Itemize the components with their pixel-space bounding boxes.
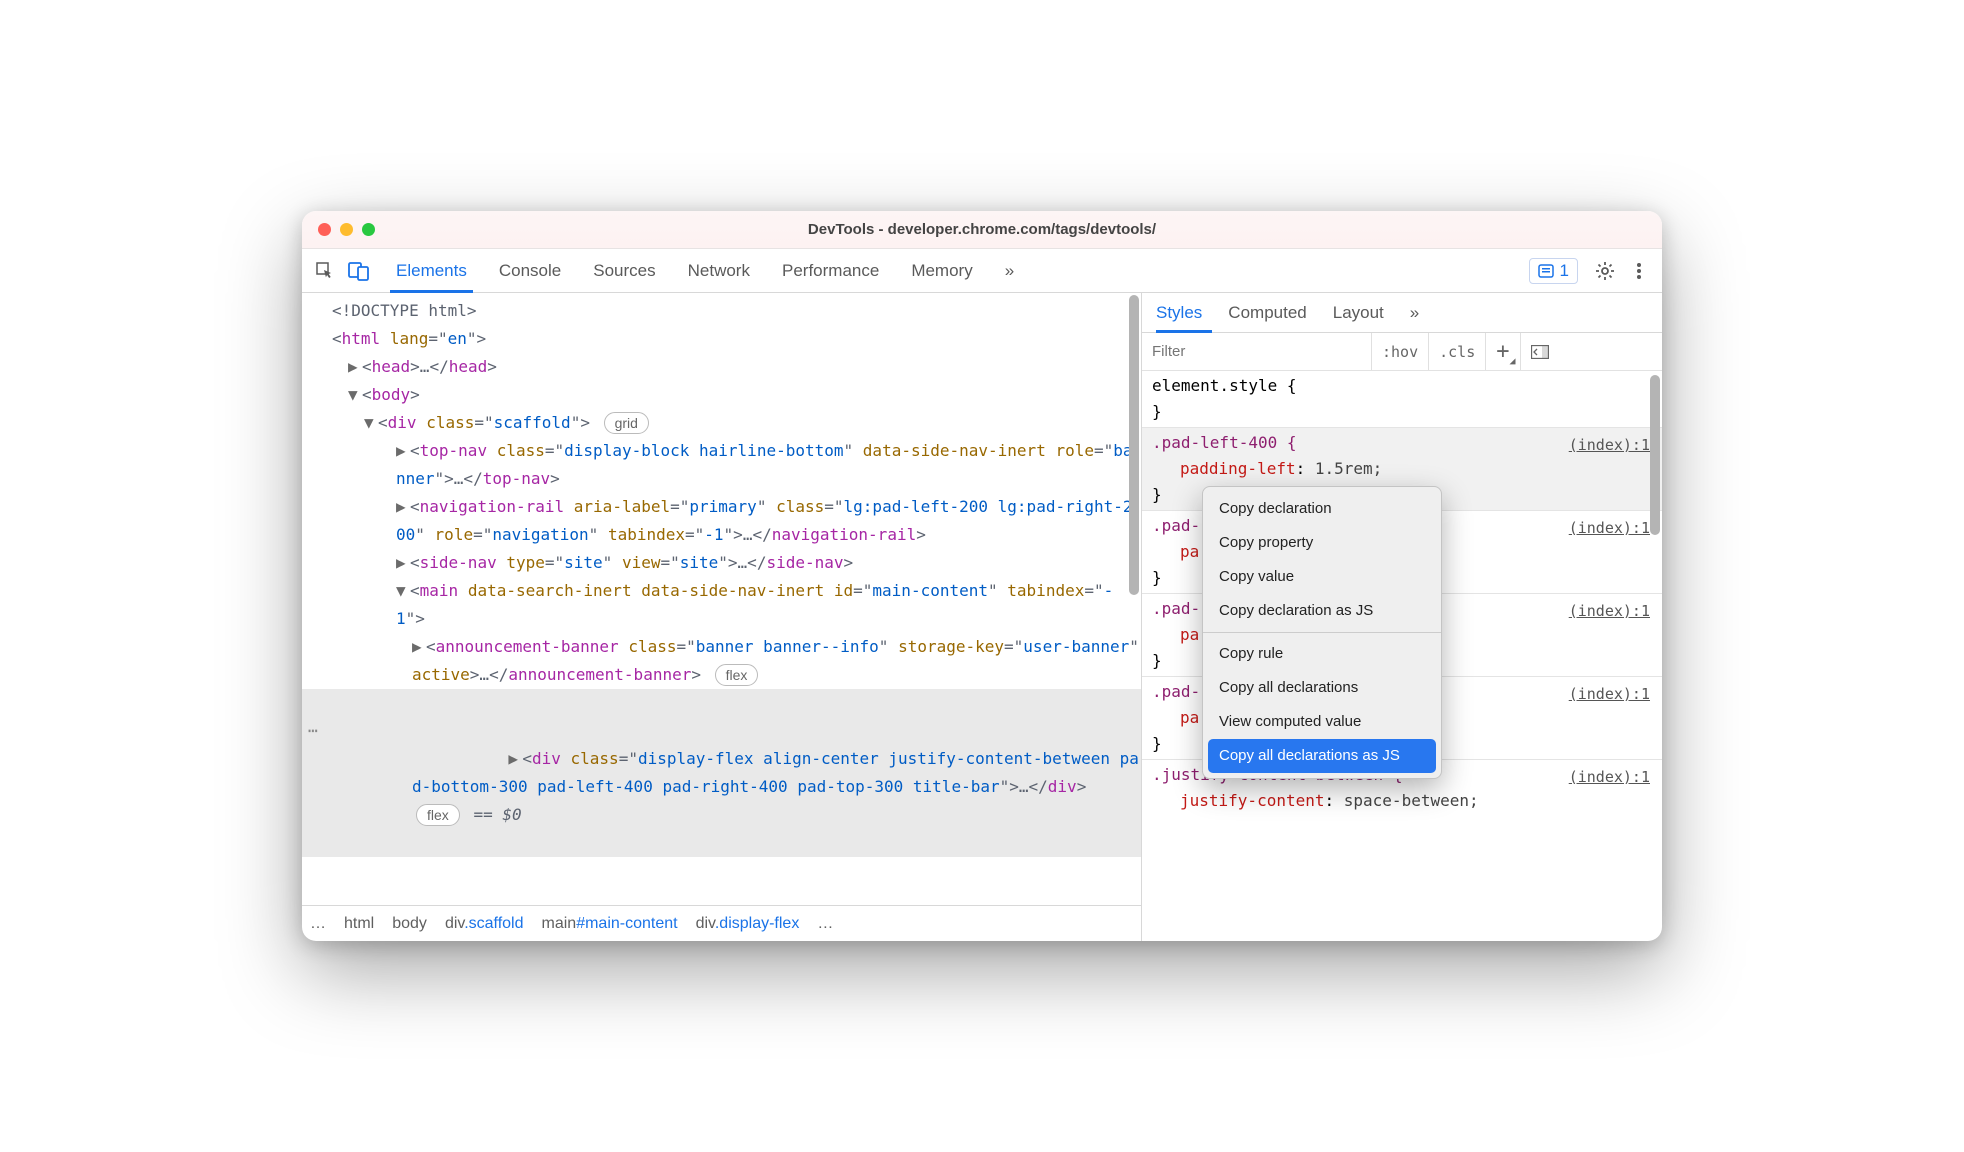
ctx-copy-declaration[interactable]: Copy declaration (1203, 492, 1441, 526)
ctx-copy-all-declarations[interactable]: Copy all declarations (1203, 671, 1441, 705)
ctx-view-computed[interactable]: View computed value (1203, 705, 1441, 739)
rtab-more[interactable]: » (1410, 303, 1419, 323)
styles-filter-input[interactable] (1142, 333, 1372, 370)
crumb-body[interactable]: body (392, 915, 427, 933)
crumb-overflow-left[interactable]: … (310, 915, 326, 933)
ctx-separator (1203, 632, 1441, 633)
selected-node-indicator: == $0 (473, 805, 521, 824)
ctx-copy-value[interactable]: Copy value (1203, 560, 1441, 594)
crumb-div[interactable]: div.display-flex (696, 915, 800, 933)
styles-panel: Styles Computed Layout » :hov .cls +◢ el… (1142, 293, 1662, 941)
settings-icon[interactable] (1590, 256, 1620, 286)
crumb-main[interactable]: main#main-content (542, 915, 678, 933)
crumb-overflow-right[interactable]: … (817, 915, 833, 933)
doctype: <!DOCTYPE html> (332, 301, 477, 320)
dom-scrollbar[interactable] (1129, 295, 1139, 881)
issues-button[interactable]: 1 (1529, 258, 1578, 284)
styles-rules[interactable]: element.style { } (index):1 .pad-left-40… (1142, 371, 1662, 941)
main-tabbar: Elements Console Sources Network Perform… (302, 249, 1662, 293)
crumb-scaffold[interactable]: div.scaffold (445, 915, 524, 933)
tab-elements[interactable]: Elements (394, 249, 469, 292)
tab-network[interactable]: Network (686, 249, 752, 292)
flex-badge-2[interactable]: flex (416, 804, 460, 826)
ctx-copy-property[interactable]: Copy property (1203, 526, 1441, 560)
main-split: <!DOCTYPE html> <html lang="en"> ▶<head>… (302, 293, 1662, 941)
hov-toggle[interactable]: :hov (1372, 333, 1429, 370)
panel-tabs: Elements Console Sources Network Perform… (394, 249, 1016, 292)
device-toggle-icon[interactable] (344, 256, 374, 286)
rtab-computed[interactable]: Computed (1228, 303, 1306, 323)
inspect-element-icon[interactable] (310, 256, 340, 286)
styles-toolbar: :hov .cls +◢ (1142, 333, 1662, 371)
rule-source-link[interactable]: (index):1 (1569, 432, 1650, 458)
ctx-copy-declaration-js[interactable]: Copy declaration as JS (1203, 594, 1441, 628)
rule-pad-left-400[interactable]: (index):1 .pad-left-400 { padding-left: … (1142, 428, 1662, 511)
kebab-menu-icon[interactable] (1624, 256, 1654, 286)
cls-toggle[interactable]: .cls (1429, 333, 1486, 370)
styles-scrollbar[interactable] (1650, 375, 1660, 935)
devtools-window: DevTools - developer.chrome.com/tags/dev… (302, 211, 1662, 941)
rule-element-style[interactable]: element.style { } (1142, 371, 1662, 428)
window-title: DevTools - developer.chrome.com/tags/dev… (302, 221, 1662, 238)
tab-sources[interactable]: Sources (591, 249, 657, 292)
tab-more[interactable]: » (1003, 249, 1016, 292)
tab-memory[interactable]: Memory (909, 249, 974, 292)
elements-panel: <!DOCTYPE html> <html lang="en"> ▶<head>… (302, 293, 1142, 941)
tab-performance[interactable]: Performance (780, 249, 881, 292)
flex-badge[interactable]: flex (715, 664, 759, 686)
styles-tabs: Styles Computed Layout » (1142, 293, 1662, 333)
crumb-html[interactable]: html (344, 915, 374, 933)
context-menu: Copy declaration Copy property Copy valu… (1202, 486, 1442, 779)
tab-console[interactable]: Console (497, 249, 563, 292)
rtab-styles[interactable]: Styles (1156, 303, 1202, 323)
issues-count: 1 (1560, 261, 1569, 281)
grid-badge[interactable]: grid (604, 412, 649, 434)
ctx-copy-rule[interactable]: Copy rule (1203, 637, 1441, 671)
dom-tree[interactable]: <!DOCTYPE html> <html lang="en"> ▶<head>… (302, 293, 1141, 905)
row-actions-icon[interactable]: ⋯ (308, 717, 318, 745)
toggle-sidebar-icon[interactable] (1521, 333, 1559, 370)
ctx-copy-all-declarations-js[interactable]: Copy all declarations as JS (1208, 739, 1436, 773)
new-rule-button[interactable]: +◢ (1486, 333, 1520, 370)
breadcrumb: … html body div.scaffold main#main-conte… (302, 905, 1141, 941)
titlebar: DevTools - developer.chrome.com/tags/dev… (302, 211, 1662, 249)
rtab-layout[interactable]: Layout (1333, 303, 1384, 323)
